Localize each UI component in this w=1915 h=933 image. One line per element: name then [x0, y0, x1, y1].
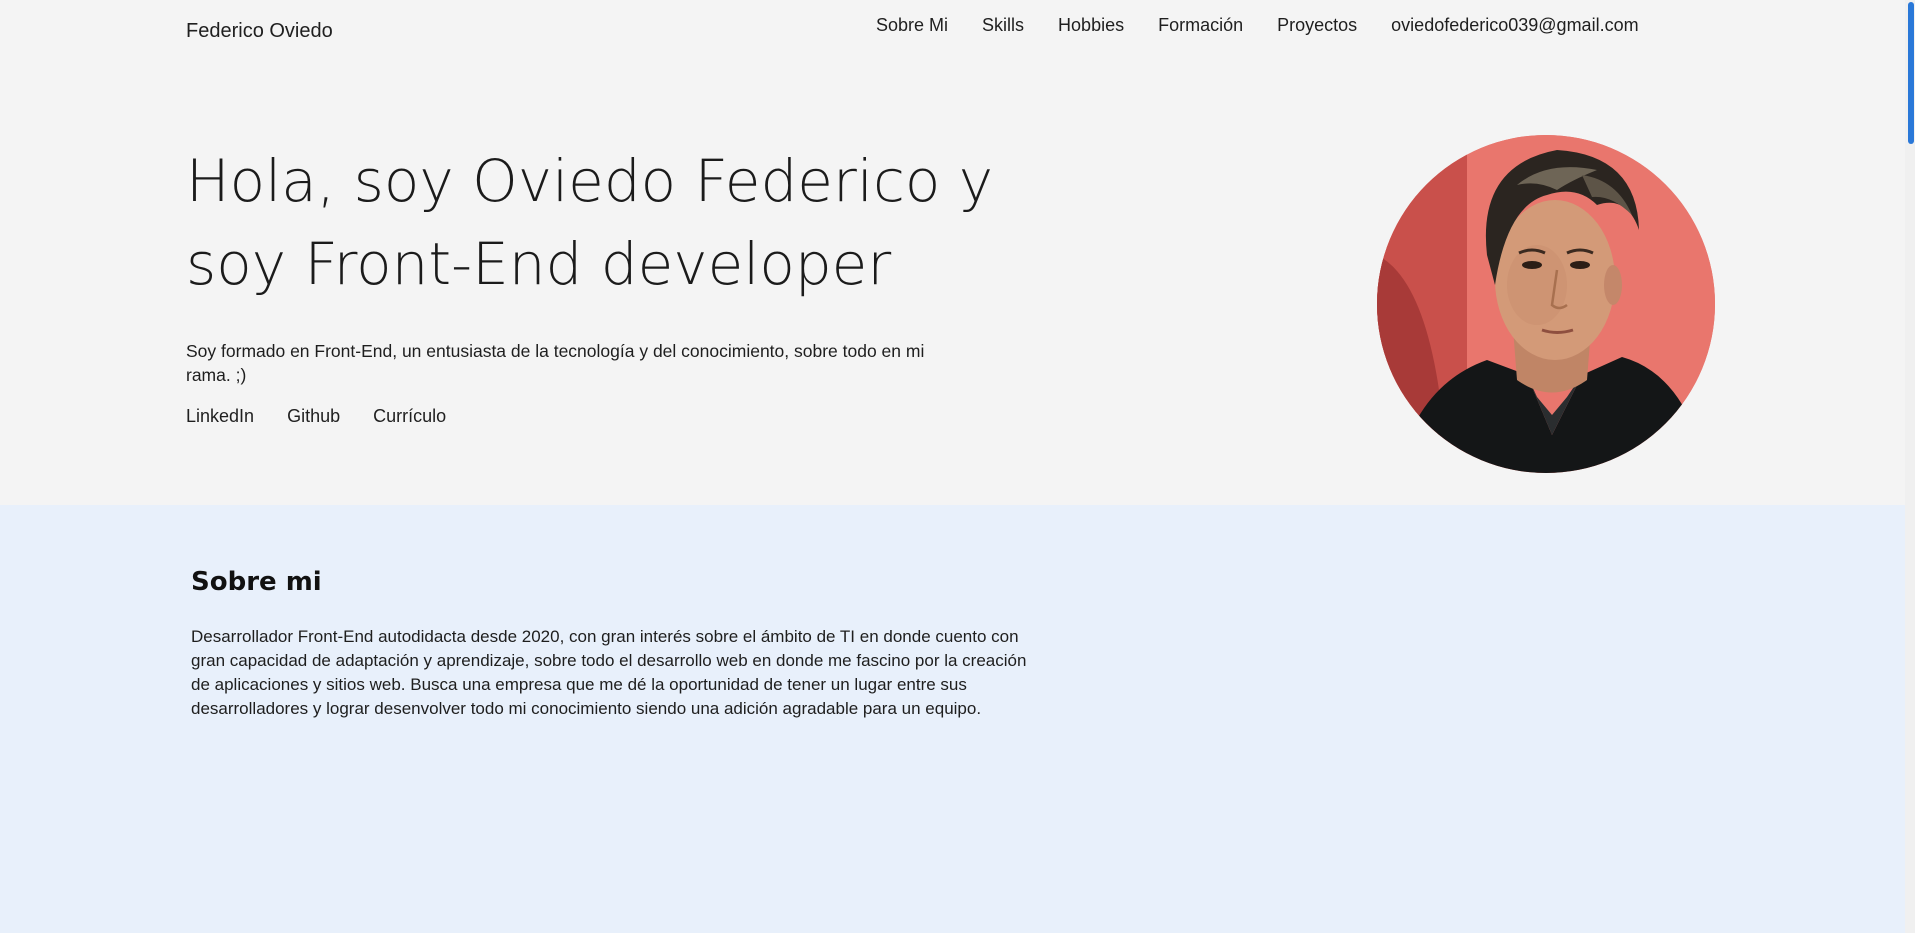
nav-item-proyectos: Proyectos	[1277, 15, 1357, 36]
nav-link-skills[interactable]: Skills	[982, 15, 1024, 35]
hero-description: Soy formado en Front-End, un entusiasta …	[186, 341, 925, 385]
curriculum-link[interactable]: Currículo	[373, 406, 446, 427]
hero-section: Hola, soy Oviedo Federico y soy Front-En…	[0, 60, 1905, 505]
nav-item-sobre-mi: Sobre Mi	[876, 15, 948, 36]
nav-link-formacion[interactable]: Formación	[1158, 15, 1243, 35]
nav-link-hobbies[interactable]: Hobbies	[1058, 15, 1124, 35]
nav-link-proyectos[interactable]: Proyectos	[1277, 15, 1357, 35]
about-title: Sobre mi	[191, 567, 322, 597]
profile-photo-illustration	[1377, 135, 1715, 473]
github-link[interactable]: Github	[287, 406, 340, 427]
hero-title: Hola, soy Oviedo Federico y soy Front-En…	[186, 147, 994, 298]
nav-item-formacion: Formación	[1158, 15, 1243, 36]
hero-links: LinkedIn Github Currículo	[186, 406, 446, 427]
nav-item-email: oviedofederico039@gmail.com	[1391, 15, 1638, 36]
main-nav: Sobre Mi Skills Hobbies Formación Proyec…	[876, 15, 1639, 36]
site-header: Federico Oviedo Sobre Mi Skills Hobbies …	[0, 0, 1905, 60]
nav-item-skills: Skills	[982, 15, 1024, 36]
scrollbar-thumb[interactable]	[1908, 2, 1914, 144]
page-scrollbar[interactable]	[1905, 0, 1915, 933]
nav-item-hobbies: Hobbies	[1058, 15, 1124, 36]
brand-link[interactable]: Federico Oviedo	[186, 20, 333, 43]
nav-link-sobre-mi[interactable]: Sobre Mi	[876, 15, 948, 35]
about-section: Sobre mi Desarrollador Front-End autodid…	[0, 505, 1905, 933]
about-text: Desarrollador Front-End autodidacta desd…	[191, 627, 1027, 718]
profile-photo	[1377, 135, 1715, 473]
page: Federico Oviedo Sobre Mi Skills Hobbies …	[0, 0, 1915, 933]
nav-link-email[interactable]: oviedofederico039@gmail.com	[1391, 15, 1638, 35]
linkedin-link[interactable]: LinkedIn	[186, 406, 254, 427]
